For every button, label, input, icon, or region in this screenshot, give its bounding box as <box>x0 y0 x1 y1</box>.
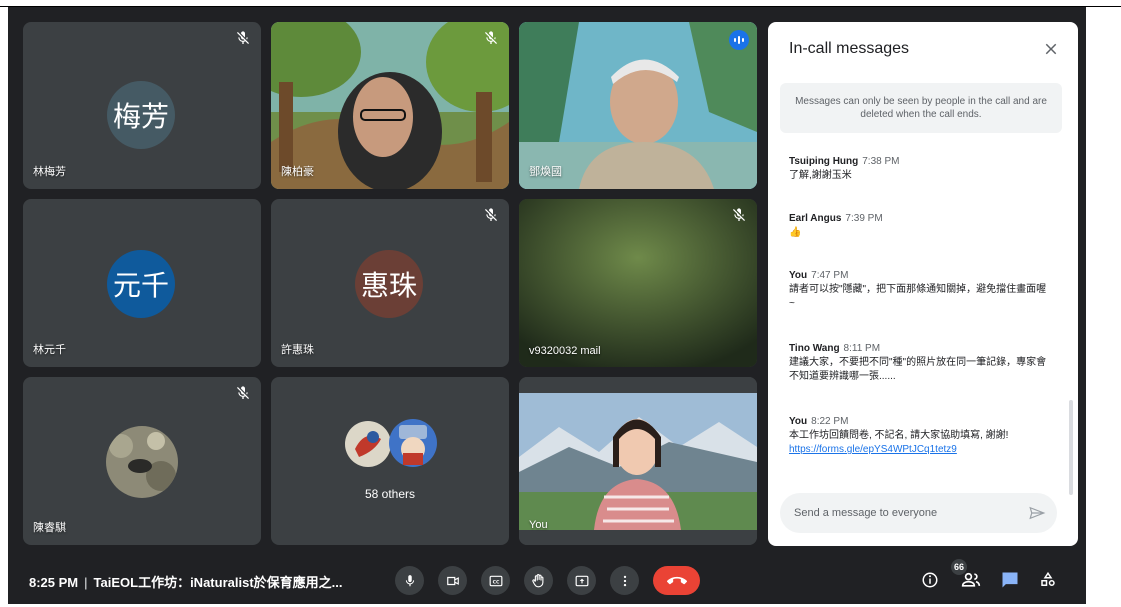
message-time: 8:11 PM <box>843 343 881 354</box>
mic-muted-icon <box>237 386 249 399</box>
mic-muted-icon <box>733 208 745 221</box>
meeting-details-button[interactable] <box>918 568 942 592</box>
participant-name: 陳睿騏 <box>33 522 66 534</box>
message-link[interactable]: https://forms.gle/epYS4WPtJCq1tetz9 <box>789 443 1049 457</box>
captions-button[interactable]: CC <box>481 566 510 595</box>
message-sender: You <box>789 416 808 427</box>
chat-message: You 8:22 PM 本工作坊回饋問卷, 不記名, 請大家協助填寫, 謝謝! h… <box>789 415 1049 457</box>
raise-hand-button[interactable] <box>524 566 553 595</box>
avatar: 元千 <box>107 250 175 318</box>
present-button[interactable] <box>567 566 596 595</box>
mic-muted-icon <box>485 208 497 221</box>
chat-message: Earl Angus 7:39 PM 👍 <box>789 212 1049 240</box>
message-sender: Earl Angus <box>789 213 842 224</box>
svg-text:CC: CC <box>492 579 499 585</box>
leave-call-button[interactable] <box>653 566 700 595</box>
participant-name: 林元千 <box>33 344 66 356</box>
current-time: 8:25 PM <box>29 575 79 590</box>
others-tile[interactable]: 58 others <box>271 377 509 545</box>
participant-tile[interactable]: 惠珠 許惠珠 <box>271 199 509 367</box>
video-feed <box>519 377 757 545</box>
self-tile[interactable]: You <box>519 377 757 545</box>
participant-name: You <box>529 519 548 531</box>
avatar: 梅芳 <box>107 81 175 149</box>
message-time: 7:39 PM <box>845 213 883 224</box>
info-icon <box>922 572 938 588</box>
chat-notice: Messages can only be seen by people in t… <box>780 83 1062 133</box>
chat-button[interactable] <box>998 568 1022 592</box>
message-sender: Tino Wang <box>789 343 840 354</box>
avatar <box>106 426 178 498</box>
others-count: 58 others <box>364 487 416 501</box>
participant-name: 許惠珠 <box>281 344 314 356</box>
chat-message: Tsuiping Hung 7:38 PM 了解,謝謝玉米 <box>789 155 1049 183</box>
participant-tile[interactable]: v9320032 mail <box>519 199 757 367</box>
avatar <box>345 421 391 467</box>
mic-icon <box>405 574 414 586</box>
message-time: 7:47 PM <box>811 270 849 281</box>
activities-icon <box>1041 571 1055 586</box>
close-icon[interactable] <box>1042 40 1060 58</box>
participant-tile[interactable]: 陳柏豪 <box>271 22 509 189</box>
message-time: 8:22 PM <box>811 416 849 427</box>
avatar <box>389 419 437 467</box>
control-bar: 8:25 PM | TaiEOL工作坊：iNaturalist於保育應用之... C… <box>8 556 1086 604</box>
message-text: 了解,謝謝玉米 <box>789 170 852 181</box>
mic-muted-icon <box>237 31 249 44</box>
chat-scrollbar[interactable] <box>1069 400 1073 495</box>
camera-button[interactable] <box>438 566 467 595</box>
chat-icon <box>1002 572 1018 588</box>
chat-message: You 7:47 PM 請者可以按"隱藏"，把下面那條通知關掉，避免擋住畫面喔~ <box>789 269 1049 311</box>
chat-panel: In-call messages Messages can only be se… <box>768 22 1078 546</box>
speaking-indicator-icon <box>729 30 749 50</box>
people-count-badge: 66 <box>951 559 967 575</box>
participant-tile[interactable]: 鄧煥國 <box>519 22 757 189</box>
video-feed <box>519 199 757 367</box>
chat-title: In-call messages <box>789 40 910 57</box>
chat-message-input[interactable] <box>780 493 1057 533</box>
activities-button[interactable] <box>1036 568 1060 592</box>
message-text: 本工作坊回饋問卷, 不記名, 請大家協助填寫, 謝謝! <box>789 430 1009 441</box>
chat-message: Tino Wang 8:11 PM 建議大家，不要把不同"種"的照片放在同一筆記錄… <box>789 342 1049 384</box>
captions-icon: CC <box>489 575 502 586</box>
participant-tile[interactable]: 元千 林元千 <box>23 199 261 367</box>
more-options-button[interactable] <box>610 566 639 595</box>
participant-tile[interactable]: 梅芳 林梅芳 <box>23 22 261 189</box>
participant-name: 鄧煥國 <box>529 166 562 178</box>
message-text: 建議大家，不要把不同"種"的照片放在同一筆記錄，專家會不知道要辨識哪一張....… <box>789 357 1047 382</box>
message-text: 👍 <box>789 227 802 238</box>
mic-button[interactable] <box>395 566 424 595</box>
participant-name: v9320032 mail <box>529 345 601 357</box>
participant-name: 林梅芳 <box>33 166 66 178</box>
hangup-icon <box>666 576 687 584</box>
present-icon <box>575 575 588 586</box>
avatar: 惠珠 <box>355 250 423 318</box>
raise-hand-icon <box>532 574 544 588</box>
participant-name: 陳柏豪 <box>281 166 314 178</box>
send-icon[interactable] <box>1028 504 1046 522</box>
message-time: 7:38 PM <box>862 156 900 167</box>
meeting-info: 8:25 PM | TaiEOL工作坊：iNaturalist於保育應用之... <box>29 572 342 591</box>
more-icon <box>623 575 626 586</box>
mic-muted-icon <box>485 31 497 44</box>
separator: | <box>84 575 88 590</box>
participant-tile[interactable]: 陳睿騏 <box>23 377 261 545</box>
camera-icon <box>446 576 459 585</box>
call-stage: 梅芳 林梅芳 陳柏豪 鄧煥國 元千 林元千 惠珠 許惠珠 v9320032 ma… <box>8 7 1086 604</box>
message-sender: You <box>789 270 808 281</box>
meeting-title: TaiEOL工作坊：iNaturalist於保育應用之... <box>93 575 343 590</box>
message-text: 請者可以按"隱藏"，把下面那條通知關掉，避免擋住畫面喔~ <box>789 284 1047 309</box>
message-sender: Tsuiping Hung <box>789 156 859 167</box>
meet-window: 梅芳 林梅芳 陳柏豪 鄧煥國 元千 林元千 惠珠 許惠珠 v9320032 ma… <box>0 0 1121 607</box>
